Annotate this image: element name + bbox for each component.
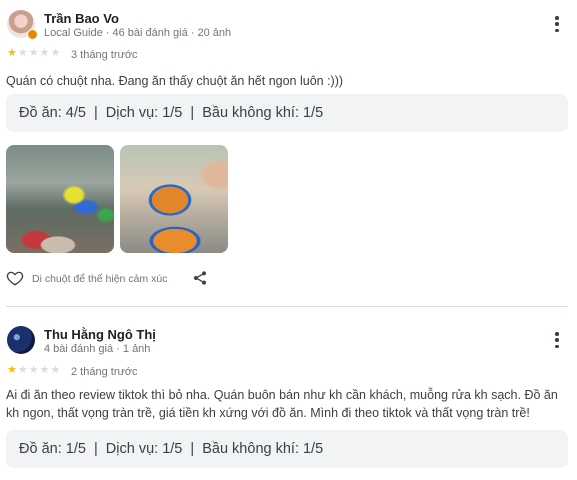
category-ratings: Đồ ăn: 1/5 | Dịch vụ: 1/5 | Bầu không kh… bbox=[6, 430, 568, 468]
review-divider bbox=[6, 306, 568, 307]
review-text: Quán có chuột nha. Đang ăn thấy chuột ăn… bbox=[6, 74, 344, 88]
star-icon: ★ bbox=[28, 363, 39, 376]
review-date: 3 tháng trước bbox=[71, 49, 138, 61]
star-icon: ★ bbox=[28, 46, 39, 59]
star-icon: ★ bbox=[50, 46, 61, 59]
star-icon: ★ bbox=[7, 363, 17, 376]
review-photo-food[interactable] bbox=[120, 145, 228, 253]
category-ratings: Đồ ăn: 4/5 | Dịch vụ: 1/5 | Bầu không kh… bbox=[6, 94, 568, 132]
star-icon: ★ bbox=[17, 363, 28, 376]
review-date: 2 tháng trước bbox=[71, 366, 138, 378]
more-vert-icon bbox=[555, 332, 559, 336]
share-icon[interactable] bbox=[192, 269, 208, 287]
review-card: Trần Bao Vo Local Guide · 46 bài đánh gi… bbox=[0, 0, 577, 300]
reviewer-name[interactable]: Trần Bao Vo bbox=[44, 11, 119, 26]
local-guide-badge-icon bbox=[27, 29, 38, 40]
more-options-button[interactable] bbox=[549, 14, 565, 34]
more-vert-icon-dot bbox=[555, 28, 559, 32]
star-icon: ★ bbox=[39, 363, 50, 376]
more-options-button[interactable] bbox=[549, 330, 565, 350]
more-vert-icon-dot bbox=[555, 344, 559, 348]
reaction-hint: Di chuột để thể hiện cảm xúc bbox=[32, 273, 168, 285]
review-text: Ai đi ăn theo review tiktok thì bỏ nha. … bbox=[6, 388, 558, 420]
star-icon: ★ bbox=[17, 46, 28, 59]
review-card: Thu Hằng Ngô Thị 4 bài đánh giá · 1 ảnh … bbox=[0, 316, 577, 480]
more-vert-icon bbox=[555, 16, 559, 20]
heart-outline-icon[interactable] bbox=[6, 269, 24, 287]
star-rating: ★ ★ ★ ★ ★ bbox=[7, 364, 60, 375]
review-photo-kitchen[interactable] bbox=[6, 145, 114, 253]
reviewer-meta: 4 bài đánh giá · 1 ảnh bbox=[44, 343, 151, 355]
reviewer-name[interactable]: Thu Hằng Ngô Thị bbox=[44, 327, 156, 342]
more-vert-icon-dot bbox=[555, 338, 559, 342]
star-icon: ★ bbox=[50, 363, 61, 376]
star-rating: ★ ★ ★ ★ ★ bbox=[7, 47, 60, 58]
star-icon: ★ bbox=[7, 46, 17, 59]
reviewer-meta: Local Guide · 46 bài đánh giá · 20 ảnh bbox=[44, 27, 232, 39]
star-icon: ★ bbox=[39, 46, 50, 59]
more-vert-icon-dot bbox=[555, 22, 559, 26]
reviewer-avatar[interactable] bbox=[7, 326, 35, 354]
